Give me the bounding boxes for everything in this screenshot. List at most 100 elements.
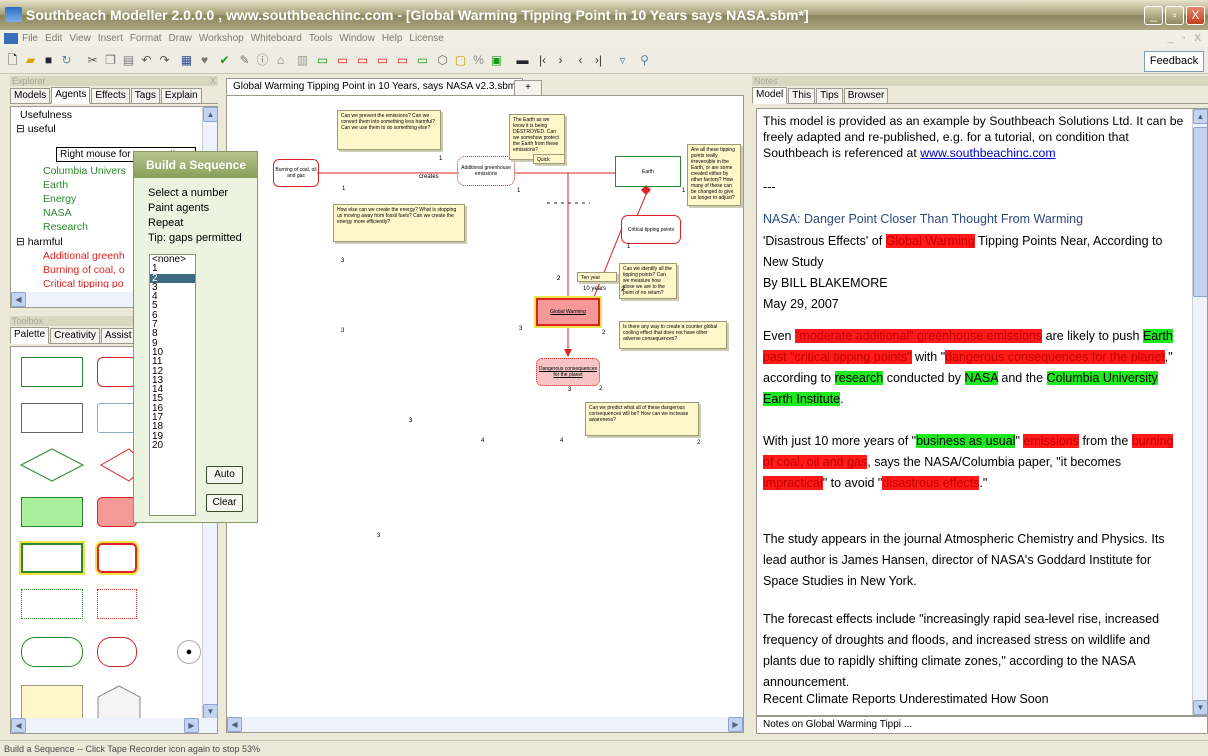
red-round-icon[interactable]: ▭	[354, 52, 371, 69]
palette-note[interactable]	[21, 685, 83, 719]
previous-icon[interactable]: ‹	[572, 52, 589, 69]
tree-root[interactable]: Usefulness	[20, 109, 72, 121]
note-prevent[interactable]: Can we prevent the emissions? Can we con…	[337, 110, 441, 150]
notes-scrollbar[interactable]: ▲ ▼	[1192, 109, 1207, 715]
pen-icon[interactable]: ✎	[236, 52, 253, 69]
app-icon[interactable]	[5, 7, 22, 22]
palette-useful-box[interactable]	[21, 357, 83, 387]
tree-node-harmful[interactable]: ⊟ harmful	[16, 236, 63, 248]
copy-icon[interactable]: ❐	[102, 52, 119, 69]
southbeach-link[interactable]: www.southbeachinc.com	[920, 146, 1055, 160]
save-icon[interactable]: ■	[40, 52, 57, 69]
scroll-down-icon[interactable]: ▼	[203, 704, 218, 719]
menu-whiteboard[interactable]: Whiteboard	[251, 33, 302, 44]
last-icon[interactable]: ›|	[590, 52, 607, 69]
new-tab-button[interactable]: +	[514, 80, 542, 95]
sequence-option[interactable]: 20	[150, 440, 195, 450]
tree-item-energy[interactable]: Energy	[43, 193, 76, 205]
palette-filled-green[interactable]	[21, 497, 83, 527]
new-icon[interactable]: 🗋	[4, 52, 21, 69]
tree-item-earth[interactable]: Earth	[43, 179, 68, 191]
palette-circle[interactable]: ●	[177, 640, 201, 664]
note-quick-wins[interactable]: Quick wins?	[533, 154, 565, 164]
check-icon[interactable]: ✔	[216, 52, 233, 69]
scroll-left-icon[interactable]: ◀	[227, 717, 242, 732]
scroll-right-icon[interactable]: ▶	[184, 718, 199, 733]
green-box-icon[interactable]: ▭	[314, 52, 331, 69]
menu-edit[interactable]: Edit	[45, 33, 62, 44]
tree-item-burning[interactable]: Burning of coal, o	[43, 264, 125, 276]
next-icon[interactable]: ›	[552, 52, 569, 69]
palette-rounded-red[interactable]	[97, 637, 137, 667]
tab-model[interactable]: Model	[752, 87, 788, 104]
tape-recorder-icon[interactable]: ▬	[514, 52, 531, 69]
tab-models[interactable]: Models	[10, 88, 51, 103]
scroll-left-icon[interactable]: ◀	[11, 292, 26, 307]
scroll-up-icon[interactable]: ▲	[1193, 109, 1207, 124]
tree-item-research[interactable]: Research	[43, 221, 88, 233]
tab-browser[interactable]: Browser	[843, 88, 889, 103]
first-icon[interactable]: |‹	[534, 52, 551, 69]
palette-diamonds[interactable]	[19, 447, 149, 483]
node-dangerous[interactable]: Dangerous consequences for the planet	[536, 358, 600, 386]
tab-document[interactable]: Global Warming Tipping Point in 10 Years…	[226, 78, 524, 95]
grid-icon[interactable]: ▦	[178, 52, 195, 69]
red-dotted-icon[interactable]: ▭	[394, 52, 411, 69]
notes-text-area[interactable]: This model is provided as an example by …	[756, 108, 1208, 716]
node-global-warming[interactable]: Global Warming	[536, 298, 600, 326]
tree-node-useful[interactable]: ⊟ useful	[16, 123, 56, 135]
menu-insert[interactable]: Insert	[98, 33, 123, 44]
menu-help[interactable]: Help	[382, 33, 403, 44]
tree-item-columbia[interactable]: Columbia Univers	[43, 165, 126, 177]
palette-round-box[interactable]	[97, 403, 137, 433]
palette-highlight-red[interactable]	[97, 543, 137, 573]
palette-highlight-green[interactable]	[21, 543, 83, 573]
clear-button[interactable]: Clear	[206, 494, 243, 512]
scroll-left-icon[interactable]: ◀	[11, 718, 26, 733]
palette-plain-box[interactable]	[21, 403, 83, 433]
tab-explain[interactable]: Explain	[160, 88, 202, 103]
sequence-number-list[interactable]: <none> 1 2 3 4 5 6 7 8 9 10 11 12 13 14 15 16 17 18 19 20	[149, 254, 196, 516]
maximize-button[interactable]: ▫	[1165, 6, 1184, 25]
note-ten-year-plan[interactable]: Ten year plan?	[577, 272, 617, 282]
paste-icon[interactable]: ▤	[120, 52, 137, 69]
layout-icon[interactable]: ▥	[294, 52, 311, 69]
red-box-icon[interactable]: ▭	[334, 52, 351, 69]
menu-workshop[interactable]: Workshop	[199, 33, 244, 44]
tab-effects[interactable]: Effects	[91, 88, 130, 103]
canvas-hscrollbar[interactable]: ◀ ▶	[227, 717, 743, 732]
palette-hscrollbar[interactable]: ◀ ▶	[11, 718, 217, 733]
menu-draw[interactable]: Draw	[169, 33, 192, 44]
menu-view[interactable]: View	[69, 33, 91, 44]
tree-item-nasa[interactable]: NASA	[43, 207, 72, 219]
heart-icon[interactable]: ♥	[196, 52, 213, 69]
mdi-controls[interactable]: _ ▫ X	[1168, 30, 1204, 47]
menu-file[interactable]: File	[22, 33, 38, 44]
diagram-canvas[interactable]: Burning of coal, oil and gas Additional …	[226, 95, 744, 733]
tab-creativity[interactable]: Creativity	[50, 328, 100, 343]
cut-icon[interactable]: ✂	[84, 52, 101, 69]
feedback-button[interactable]: Feedback	[1144, 51, 1204, 72]
open-icon[interactable]: ▰	[22, 52, 39, 69]
menu-format[interactable]: Format	[130, 33, 162, 44]
tab-agents[interactable]: Agents	[51, 87, 91, 104]
node-burning[interactable]: Burning of coal, oil and gas	[273, 159, 319, 187]
tab-assist[interactable]: Assist	[100, 328, 136, 343]
scroll-down-icon[interactable]: ▼	[1193, 700, 1207, 715]
note-predict-consequences[interactable]: Can we predict what all of these dangero…	[585, 402, 699, 436]
document-icon[interactable]	[4, 33, 18, 44]
palette-dotted-red[interactable]	[97, 589, 137, 619]
scroll-thumb[interactable]	[1193, 127, 1207, 297]
minimize-button[interactable]: _	[1144, 6, 1163, 25]
menu-window[interactable]: Window	[339, 33, 375, 44]
scroll-right-icon[interactable]: ▶	[728, 717, 743, 732]
green-dotted-icon[interactable]: ▭	[414, 52, 431, 69]
redo-icon[interactable]: ↷	[156, 52, 173, 69]
scroll-up-icon[interactable]: ▲	[203, 107, 218, 122]
note-create-energy[interactable]: How else can we create the energy? What …	[333, 204, 465, 242]
percent-icon[interactable]: %	[470, 52, 487, 69]
tab-this[interactable]: This	[788, 88, 816, 103]
red-rect-icon[interactable]: ▭	[374, 52, 391, 69]
tab-tags[interactable]: Tags	[130, 88, 160, 103]
note-identify-tipping[interactable]: Can we identify all the tipping points? …	[619, 263, 677, 299]
